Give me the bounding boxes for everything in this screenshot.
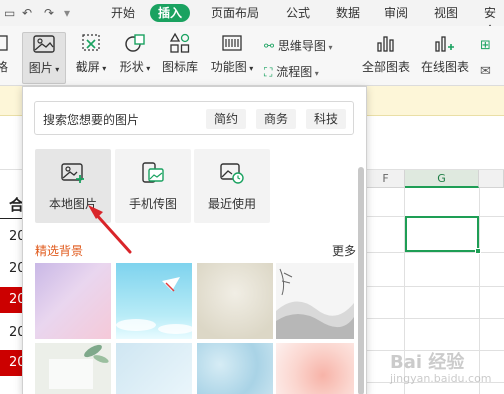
column-header-g[interactable]: G bbox=[405, 170, 479, 188]
background-thumbnail[interactable] bbox=[276, 263, 354, 339]
screenshot-button[interactable]: 截屏 ▾ bbox=[70, 32, 112, 84]
picture-button[interactable]: 图片 ▾ bbox=[22, 32, 66, 84]
grid-line bbox=[367, 252, 504, 253]
online-charts-button[interactable]: 在线图表 bbox=[418, 32, 472, 84]
redo-icon[interactable]: ↷ bbox=[44, 5, 54, 21]
sheet-cell[interactable]: 20 bbox=[0, 320, 24, 346]
tag-chip-simple[interactable]: 简约 bbox=[206, 109, 247, 129]
tab-insert[interactable]: 插入 bbox=[150, 4, 191, 22]
wps-spreadsheet-window: ▭ ↶ ↷ ▾ 开始 插入 页面布局 公式 数据 审阅 视图 安全 格 图片 ▾ bbox=[0, 0, 504, 394]
paper-plane-image bbox=[116, 277, 192, 334]
selected-cell[interactable] bbox=[405, 216, 479, 252]
chevron-down-icon: ▾ bbox=[246, 64, 254, 73]
tag-chip-tech[interactable]: 科技 bbox=[306, 109, 347, 129]
picture-search-input[interactable]: 搜索您想要的图片 bbox=[43, 111, 139, 128]
panel-scrollbar[interactable] bbox=[358, 167, 364, 394]
local-picture-button[interactable]: 本地图片 bbox=[35, 149, 111, 223]
tab-start[interactable]: 开始 bbox=[111, 4, 135, 22]
featured-backgrounds-title: 精选背景 bbox=[35, 244, 84, 258]
tab-page-layout[interactable]: 页面布局 bbox=[211, 4, 259, 22]
phone-upload-button[interactable]: 手机传图 bbox=[115, 149, 191, 223]
sheet-cell[interactable]: 合 bbox=[0, 192, 24, 218]
tag-chip-business[interactable]: 商务 bbox=[256, 109, 297, 129]
mail-icon[interactable]: ✉ bbox=[480, 64, 491, 80]
fill-handle[interactable] bbox=[475, 248, 481, 254]
tab-view[interactable]: 视图 bbox=[434, 4, 458, 22]
sheet-cell[interactable]: 20 bbox=[0, 287, 24, 313]
flowchart-button[interactable]: ⛶ 流程图 ▾ bbox=[264, 64, 319, 82]
picture-search-box[interactable]: 搜索您想要的图片 简约 商务 科技 bbox=[34, 101, 354, 135]
shapes-icon bbox=[125, 34, 145, 52]
menu-tab-bar: ▭ ↶ ↷ ▾ 开始 插入 页面布局 公式 数据 审阅 视图 安全 bbox=[0, 0, 504, 38]
table-icon bbox=[0, 35, 8, 51]
chart-type-icon[interactable]: ⊞ bbox=[480, 38, 491, 54]
leaves-image bbox=[49, 344, 109, 389]
watermark: Bai 经验 jingyan.baidu.com bbox=[390, 352, 492, 385]
mind-map-icon: ⚯ bbox=[264, 39, 275, 53]
background-thumbnail[interactable] bbox=[116, 343, 192, 394]
grid-line bbox=[367, 318, 504, 319]
chevron-down-icon: ▾ bbox=[99, 64, 107, 73]
ink-landscape-image bbox=[276, 268, 354, 339]
all-charts-button[interactable]: 全部图表 bbox=[358, 32, 414, 84]
sheet-cell[interactable]: 20 bbox=[0, 256, 24, 282]
tab-data[interactable]: 数据 bbox=[336, 4, 360, 22]
local-picture-icon bbox=[61, 163, 84, 183]
chevron-down-icon: ▾ bbox=[312, 69, 319, 78]
chevron-down-icon: ▾ bbox=[325, 43, 333, 52]
sheet-cell[interactable]: 20 bbox=[0, 350, 24, 376]
tab-formulas[interactable]: 公式 bbox=[286, 4, 310, 22]
background-thumbnail[interactable] bbox=[35, 263, 111, 339]
folder-icon[interactable]: ▭ bbox=[4, 5, 15, 21]
mind-map-button[interactable]: ⚯ 思维导图 ▾ bbox=[264, 38, 332, 56]
icon-library-button[interactable]: 图标库 bbox=[160, 32, 200, 84]
tab-review[interactable]: 审阅 bbox=[384, 4, 408, 22]
chevron-down-icon: ▾ bbox=[52, 65, 60, 74]
phone-picture-icon bbox=[142, 162, 164, 183]
insert-picture-panel: 搜索您想要的图片 简约 商务 科技 本地图片 手机传图 最近使用 精选背景 更多 bbox=[22, 86, 367, 394]
scissors-icon bbox=[82, 34, 100, 51]
background-thumbnail[interactable] bbox=[35, 343, 111, 394]
insert-ribbon: 格 图片 ▾ 截屏 ▾ 形状 ▾ 图标库 功能图 ▾ ⚯ 思维导图 ▾ ⛶ 流程… bbox=[0, 26, 504, 86]
more-dropdown-icon[interactable]: ▾ bbox=[64, 5, 70, 21]
icon-library-icon bbox=[169, 32, 190, 53]
background-thumbnail[interactable] bbox=[116, 263, 192, 339]
recent-pictures-button[interactable]: 最近使用 bbox=[194, 149, 270, 223]
more-link[interactable]: 更多 bbox=[332, 242, 356, 259]
undo-icon[interactable]: ↶ bbox=[22, 5, 32, 21]
sheet-cell[interactable]: 20 bbox=[0, 224, 24, 250]
barcode-icon bbox=[222, 35, 242, 51]
online-chart-icon bbox=[435, 36, 454, 52]
shapes-button[interactable]: 形状 ▾ bbox=[114, 32, 156, 84]
function-chart-button[interactable]: 功能图 ▾ bbox=[206, 32, 258, 84]
picture-icon bbox=[33, 35, 55, 53]
grid-line bbox=[0, 218, 22, 219]
bar-chart-icon bbox=[377, 36, 394, 52]
grid-line bbox=[367, 286, 504, 287]
column-header-f[interactable]: F bbox=[367, 170, 405, 188]
flowchart-icon: ⛶ bbox=[264, 65, 273, 79]
chevron-down-icon: ▾ bbox=[143, 64, 151, 73]
column-header-h[interactable] bbox=[479, 170, 504, 188]
background-thumbnail[interactable] bbox=[197, 263, 273, 339]
table-button[interactable]: 格 bbox=[0, 32, 10, 84]
background-thumbnail[interactable] bbox=[276, 343, 354, 394]
recent-picture-icon bbox=[220, 163, 244, 184]
background-thumbnail[interactable] bbox=[197, 343, 273, 394]
